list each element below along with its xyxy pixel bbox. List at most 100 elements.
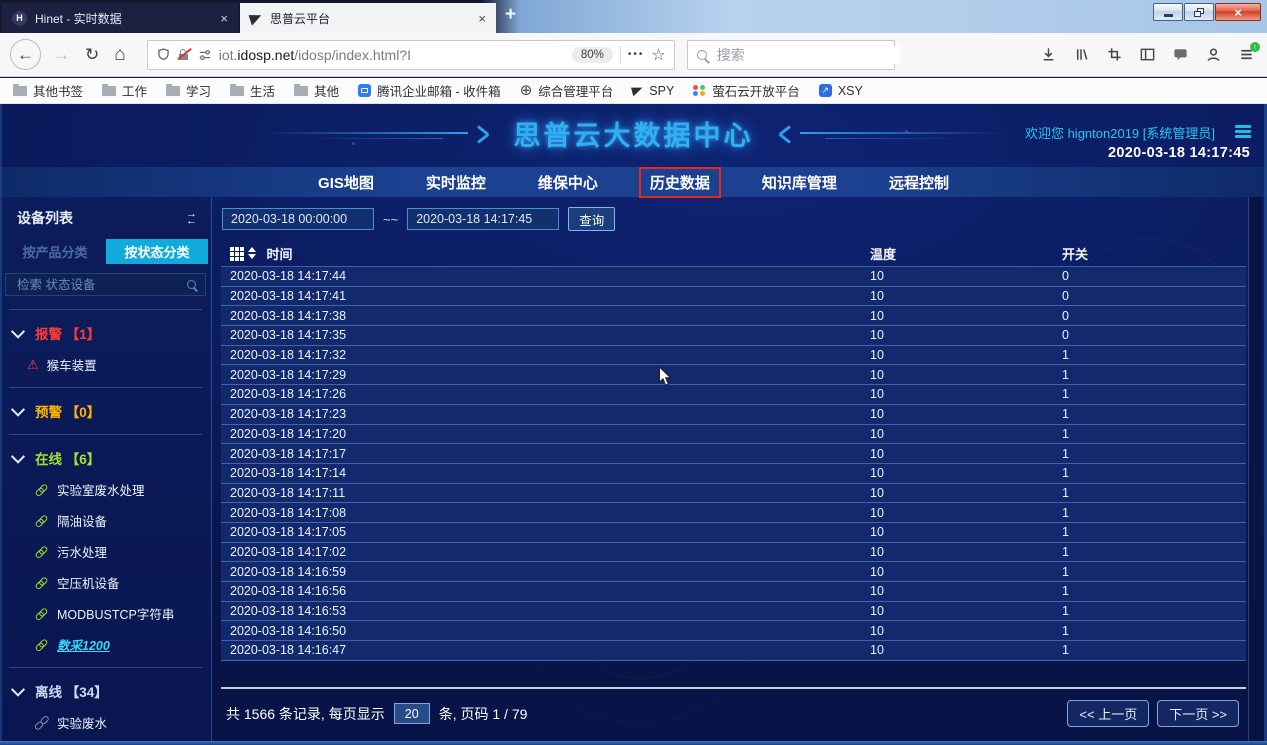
- sort-icon[interactable]: [248, 247, 256, 259]
- tab-by-product[interactable]: 按产品分类: [4, 239, 106, 264]
- bookmark-folder[interactable]: 其他: [294, 81, 339, 100]
- account-icon[interactable]: [1205, 46, 1222, 63]
- bookmark-folder[interactable]: 学习: [166, 81, 211, 100]
- device-item-offline[interactable]: 实验废水: [34, 713, 211, 732]
- sidebar-title: 设备列表: [17, 208, 73, 228]
- alarm-triangle-icon: ⚠: [27, 358, 39, 371]
- column-temperature[interactable]: 温度: [870, 244, 1062, 263]
- download-icon[interactable]: [1040, 46, 1057, 63]
- shield-icon[interactable]: [156, 47, 171, 62]
- bookmark-folder[interactable]: 其他书签: [13, 81, 83, 100]
- bookmark-folder[interactable]: 生活: [230, 81, 275, 100]
- device-item-online[interactable]: MODBUSTCP字符串: [34, 604, 211, 623]
- nav-gis-map[interactable]: GIS地图: [318, 172, 374, 193]
- group-warning[interactable]: 预警 【0】: [13, 401, 211, 421]
- new-tab-button[interactable]: +: [505, 4, 516, 26]
- cell-time: 2020-03-18 14:16:50: [230, 624, 870, 638]
- nav-realtime-monitor[interactable]: 实时监控: [426, 172, 486, 193]
- device-item-online-selected[interactable]: 数采1200: [34, 635, 211, 654]
- tab-close-icon[interactable]: ×: [220, 11, 228, 26]
- device-item-online[interactable]: 实验室废水处理: [34, 480, 211, 499]
- search-icon[interactable]: [187, 280, 196, 289]
- cell-time: 2020-03-18 14:16:59: [230, 565, 870, 579]
- cell-switch: 1: [1062, 584, 1246, 598]
- tab-by-status[interactable]: 按状态分类: [106, 239, 208, 264]
- cell-time: 2020-03-18 14:17:29: [230, 368, 870, 382]
- url-text[interactable]: iot.idosp.net/idosp/index.html?I: [219, 47, 565, 63]
- close-button[interactable]: ×: [1215, 3, 1261, 21]
- columns-grid-icon[interactable]: [230, 247, 234, 251]
- nav-history-data[interactable]: 历史数据: [639, 167, 721, 198]
- restore-button[interactable]: [1184, 3, 1214, 21]
- bookmark-xsy[interactable]: ↗XSY: [819, 84, 863, 98]
- permissions-icon[interactable]: [198, 48, 212, 62]
- cell-temperature: 10: [870, 525, 1062, 539]
- nav-knowledge-base[interactable]: 知识库管理: [762, 172, 837, 193]
- group-online[interactable]: 在线 【6】: [13, 448, 211, 468]
- bookmark-tencent-mail[interactable]: 腾讯企业邮箱 - 收件箱: [358, 81, 501, 100]
- scrollbar-track[interactable]: [1248, 197, 1262, 745]
- cell-time: 2020-03-18 14:17:38: [230, 309, 870, 323]
- bookmark-folder[interactable]: 工作: [102, 81, 147, 100]
- messages-icon[interactable]: [1172, 46, 1189, 63]
- table-row: 2020-03-18 14:17:44 10 0: [221, 267, 1246, 287]
- bookmark-spy[interactable]: SPY: [632, 84, 674, 98]
- start-datetime-input[interactable]: [222, 208, 374, 230]
- sidebar-toggle-icon[interactable]: [1139, 46, 1156, 63]
- chevron-down-icon: [11, 450, 25, 464]
- cell-switch: 0: [1062, 289, 1246, 303]
- column-time[interactable]: 时间: [267, 244, 293, 263]
- search-input[interactable]: [715, 46, 900, 64]
- insecure-lock-icon[interactable]: [178, 48, 191, 61]
- bookmark-star-icon[interactable]: ☆: [651, 45, 665, 65]
- cell-switch: 1: [1062, 545, 1246, 559]
- library-icon[interactable]: [1073, 46, 1090, 63]
- device-search-input[interactable]: [15, 277, 187, 293]
- next-page-button[interactable]: 下一页 >>: [1157, 700, 1239, 727]
- minimize-button[interactable]: [1153, 3, 1183, 21]
- bookmark-mgmt-platform[interactable]: ⊕综合管理平台: [520, 81, 614, 100]
- menu-list-icon[interactable]: [1235, 125, 1251, 138]
- column-switch[interactable]: 开关: [1062, 244, 1248, 263]
- device-item-online[interactable]: 污水处理: [34, 542, 211, 561]
- page-actions-icon[interactable]: •••: [628, 49, 645, 60]
- device-search-box[interactable]: [5, 273, 206, 296]
- cell-time: 2020-03-18 14:16:47: [230, 643, 870, 657]
- tencent-mail-icon: [358, 84, 371, 97]
- prev-page-button[interactable]: << 上一页: [1067, 700, 1149, 727]
- url-bar[interactable]: iot.idosp.net/idosp/index.html?I 80% •••…: [147, 40, 675, 70]
- cell-switch: 1: [1062, 407, 1246, 421]
- device-item-online[interactable]: 空压机设备: [34, 573, 211, 592]
- cell-temperature: 10: [870, 427, 1062, 441]
- browser-tab-sipu[interactable]: 思普云平台 ×: [240, 3, 496, 33]
- menu-icon[interactable]: ↑: [1238, 46, 1255, 63]
- search-bar[interactable]: [687, 40, 895, 70]
- browser-tab-hinet[interactable]: H Hinet - 实时数据 ×: [2, 3, 238, 33]
- swap-icon[interactable]: →←: [186, 211, 197, 225]
- table-row: 2020-03-18 14:16:56 10 1: [221, 582, 1246, 602]
- nav-maintenance-center[interactable]: 维保中心: [538, 172, 598, 193]
- query-button[interactable]: 查询: [568, 207, 615, 231]
- group-offline[interactable]: 离线 【34】: [13, 681, 211, 701]
- back-button[interactable]: ←: [10, 39, 41, 70]
- zoom-badge[interactable]: 80%: [572, 47, 613, 63]
- range-separator: ~~: [383, 212, 398, 227]
- device-item-alarm[interactable]: ⚠ 猴车装置: [27, 355, 211, 374]
- reload-button[interactable]: ↻: [85, 46, 99, 63]
- home-button[interactable]: ⌂: [114, 45, 125, 64]
- cell-time: 2020-03-18 14:16:53: [230, 604, 870, 618]
- pagination-buttons: << 上一页 下一页 >>: [1067, 700, 1239, 727]
- tab-close-icon[interactable]: ×: [478, 11, 486, 26]
- screenshot-icon[interactable]: [1106, 46, 1123, 63]
- forward-button[interactable]: →: [53, 46, 70, 63]
- group-alarm[interactable]: 报警 【1】: [13, 323, 211, 343]
- nav-remote-control[interactable]: 远程控制: [889, 172, 949, 193]
- link-icon: [32, 542, 52, 562]
- end-datetime-input[interactable]: [407, 208, 559, 230]
- globe-icon: ⊕: [520, 83, 533, 98]
- bookmark-ys7[interactable]: 萤石云开放平台: [693, 81, 800, 100]
- device-item-online[interactable]: 隔油设备: [34, 511, 211, 530]
- pagination-divider: [221, 687, 1246, 689]
- page-size-input[interactable]: [394, 703, 430, 724]
- datetime-clock: 2020-03-18 14:17:45: [1108, 145, 1250, 161]
